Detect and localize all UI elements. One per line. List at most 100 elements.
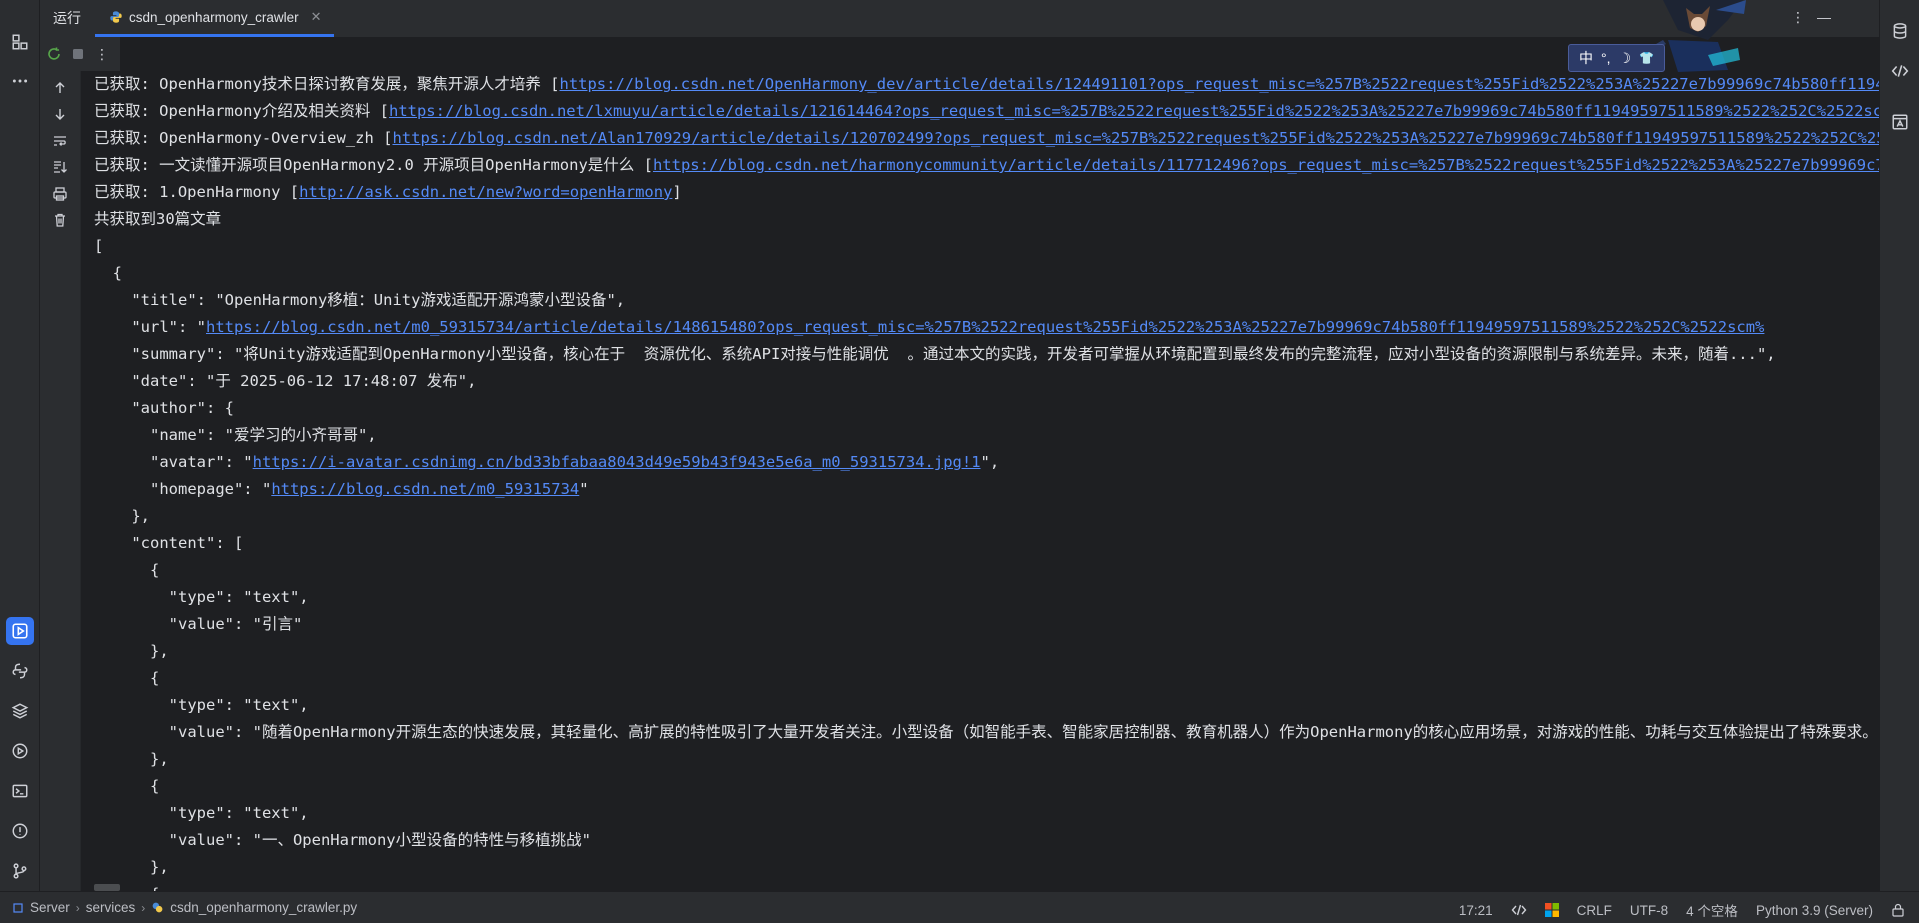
status-bar: Server › services › csdn_openharmony_cra… [0,891,1919,923]
breadcrumb-item-project[interactable]: Server [30,900,70,915]
console-line: "value": "一、OpenHarmony小型设备的特性与移植挑战" [94,827,1879,854]
interpreter-selector[interactable]: Python 3.9 (Server) [1756,903,1873,918]
console-link[interactable]: https://i-avatar.csdnimg.cn/bd33bfabaa80… [253,453,981,471]
ime-toolbar[interactable]: 中 °, ☽ 👕 [1568,44,1666,72]
indent-selector[interactable]: 4 个空格 [1686,900,1738,920]
more-actions-icon[interactable]: ⋮ [93,45,111,63]
console-line-text: "name": "爱学习的小齐哥哥", [94,426,377,444]
options-menu-icon[interactable]: ⋮ [1791,9,1805,26]
console-link[interactable]: http://ask.csdn.net/new?word=openHarmony [299,183,672,201]
breadcrumb: Server › services › csdn_openharmony_cra… [12,900,357,915]
console-line: "author": { [94,395,1879,422]
sciview-icon[interactable] [1888,110,1912,134]
console-line-text: 共获取到30篇文章 [94,210,222,228]
soft-wrap-icon[interactable] [51,132,69,150]
console-line: "name": "爱学习的小齐哥哥", [94,422,1879,449]
console-line-text: "date": "于 2025-06-12 17:48:07 发布", [94,372,477,390]
minimize-icon[interactable]: — [1817,9,1831,25]
console-line-text: }, [94,858,169,876]
console-line: "type": "text", [94,692,1879,719]
windows-logo-icon [1544,903,1559,917]
console-line: "title": "OpenHarmony移植：Unity游戏适配开源鸿蒙小型设… [94,287,1879,314]
run-config-tab[interactable]: csdn_openharmony_crawler ✕ [95,0,334,37]
console-line: { [94,773,1879,800]
python-file-icon [110,11,122,23]
console-link[interactable]: https://blog.csdn.net/lxmuyu/article/det… [389,102,1879,120]
stop-icon[interactable] [69,45,87,63]
terminal-icon[interactable] [6,777,34,805]
console-line-text: "type": "text", [94,696,309,714]
console-line: "avatar": "https://i-avatar.csdnimg.cn/b… [94,449,1879,476]
right-tool-window-bar [1879,0,1919,891]
console-line: 已获取: OpenHarmony介绍及相关资料 [https://blog.cs… [94,98,1879,125]
print-icon[interactable] [51,185,69,203]
close-tab-icon[interactable]: ✕ [311,9,322,25]
structure-icon[interactable] [6,28,34,56]
console-actions [40,71,80,891]
console-line: { [94,260,1879,287]
git-icon[interactable] [6,857,34,885]
run-actions-row: ⋮ [40,37,120,71]
console-line: "content": [ [94,530,1879,557]
scroll-to-end-icon[interactable] [51,158,69,176]
console-output[interactable]: 已获取: OpenHarmony技术日探讨教育发展，聚焦开源人才培养 [http… [94,71,1879,891]
console-line-tail: ] [672,183,682,201]
console-link[interactable]: https://blog.csdn.net/m0_59315734/articl… [206,318,1764,336]
more-tools-icon[interactable] [6,67,34,95]
database-icon[interactable] [1888,19,1912,43]
console-line-text: 已获取: 一文读懂开源项目OpenHarmony2.0 开源项目OpenHarm… [94,156,653,174]
console-line-text: [ [94,237,104,255]
console-link[interactable]: https://blog.csdn.net/OpenHarmony_dev/ar… [559,75,1879,93]
chevron-right-icon: › [75,900,80,915]
console-line-text: }, [94,750,169,768]
lock-icon[interactable] [1891,903,1905,917]
breadcrumb-item-folder[interactable]: services [86,900,136,915]
encoding-selector[interactable]: UTF-8 [1630,903,1668,918]
console-line-text: "type": "text", [94,588,309,606]
console-link[interactable]: https://blog.csdn.net/m0_59315734 [271,480,579,498]
scroll-down-icon[interactable] [51,105,69,123]
moon-icon[interactable]: ☽ [1619,50,1632,67]
console-line: [ [94,233,1879,260]
console-line: }, [94,746,1879,773]
scroll-up-icon[interactable] [51,79,69,97]
console-link[interactable]: https://blog.csdn.net/Alan170929/article… [392,129,1879,147]
python-packages-icon[interactable] [6,697,34,725]
console-line: 共获取到30篇文章 [94,206,1879,233]
console-link[interactable]: https://blog.csdn.net/harmonycommunity/a… [653,156,1879,174]
ime-mode[interactable]: 中 [1579,48,1593,68]
problems-icon[interactable] [6,817,34,845]
console-line-text: "type": "text", [94,804,309,822]
console-line: "summary": "将Unity游戏适配到OpenHarmony小型设备，核… [94,341,1879,368]
run-tool-icon[interactable] [6,617,34,645]
rerun-icon[interactable] [45,45,63,63]
status-widgets: 17:21 CRLF UTF-8 4 个空格 Python 3.9 (Serve… [1459,900,1905,920]
line-ending-selector[interactable]: CRLF [1577,903,1612,918]
clear-all-icon[interactable] [51,211,69,229]
ime-punctuation[interactable]: °, [1601,50,1611,66]
console-line-text: { [94,561,160,579]
console-line: 已获取: OpenHarmony技术日探讨教育发展，聚焦开源人才培养 [http… [94,71,1879,98]
shirt-icon[interactable]: 👕 [1639,51,1654,65]
run-config-tab-label: csdn_openharmony_crawler [129,9,299,25]
services-icon[interactable] [6,737,34,765]
console-line-text: { [94,669,160,687]
console-line-text: }, [94,642,169,660]
code-with-me-status-icon[interactable] [1511,903,1527,917]
console-line-text: "url": " [94,318,206,336]
console-line-text: 已获取: OpenHarmony-Overview_zh [ [94,129,393,147]
console-line-tail: " [579,480,589,498]
console-line-text: "content": [ [94,534,244,552]
console-line: "type": "text", [94,800,1879,827]
breadcrumb-item-file[interactable]: csdn_openharmony_crawler.py [170,900,357,915]
console-line: "type": "text", [94,584,1879,611]
chevron-right-icon: › [141,900,146,915]
left-tool-window-bar [0,0,40,891]
horizontal-scrollbar[interactable] [94,884,120,891]
console-line-text: "summary": "将Unity游戏适配到OpenHarmony小型设备，核… [94,345,1776,363]
console-line: { [94,557,1879,584]
caret-position[interactable]: 17:21 [1459,903,1493,918]
python-console-icon[interactable] [6,657,34,685]
console-line-text: "value": "随着OpenHarmony开源生态的快速发展，其轻量化、高扩… [94,723,1879,741]
code-with-me-icon[interactable] [1888,59,1912,83]
